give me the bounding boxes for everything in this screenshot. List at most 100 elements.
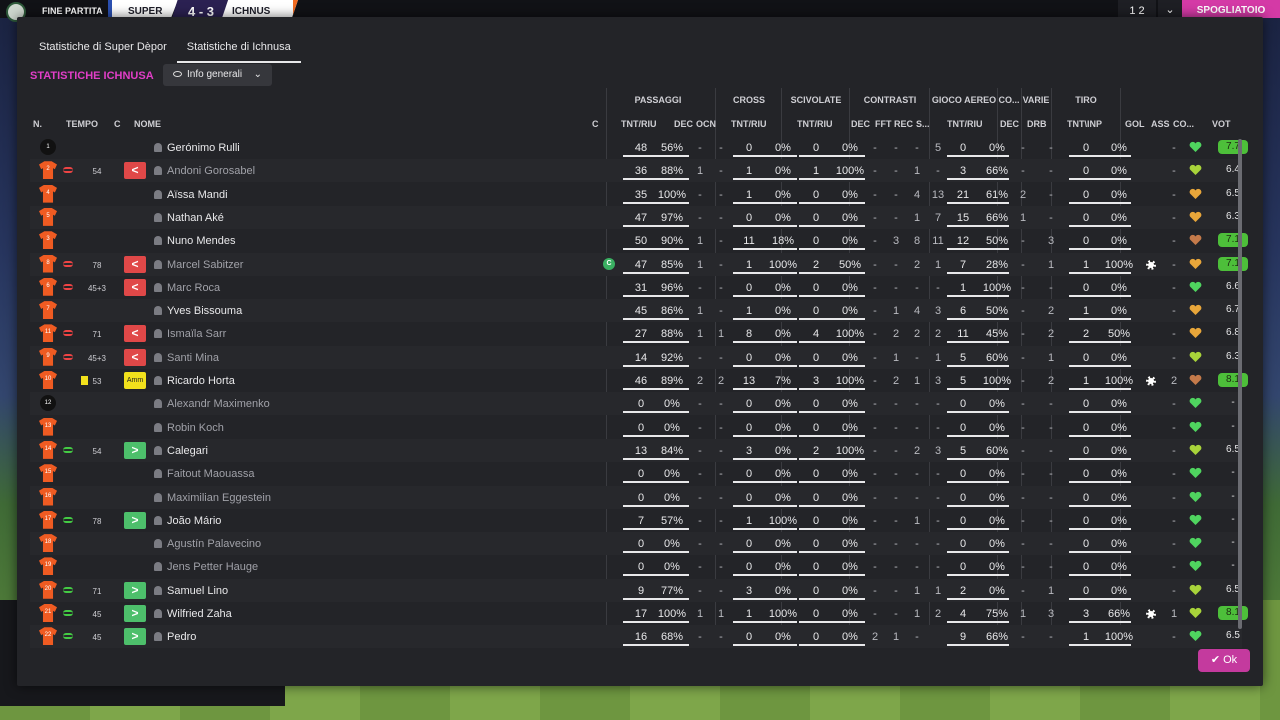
player-name[interactable]: Agustín Palavecino: [167, 538, 261, 550]
pass-attempted: 31: [634, 281, 648, 294]
player-name[interactable]: Maximilian Eggestein: [167, 492, 271, 504]
col-con-fft[interactable]: FFT: [875, 119, 892, 129]
player-name[interactable]: Marc Roca: [167, 282, 220, 294]
col-pass-tnt[interactable]: TNT/RIU: [621, 119, 657, 129]
substitution-in-button[interactable]: >: [124, 605, 146, 622]
view-select-dropdown[interactable]: Info generali ⌄: [163, 64, 272, 86]
substitution-out-button[interactable]: <: [124, 325, 146, 343]
player-name[interactable]: Samuel Lino: [167, 585, 228, 597]
pass-attempted: 35: [634, 188, 648, 201]
player-name[interactable]: Calegari: [167, 445, 208, 457]
pass-completion: 0%: [664, 491, 680, 504]
col-con-dec[interactable]: DEC: [851, 119, 870, 129]
duel-s: -: [936, 538, 940, 551]
player-name[interactable]: Gerónimo Rulli: [167, 142, 240, 154]
co-dec: -: [1021, 561, 1025, 574]
dressing-room-button[interactable]: SPOGLIATOIO: [1182, 0, 1280, 18]
player-name[interactable]: Nuno Mendes: [167, 235, 236, 247]
table-row[interactable]: 18 Agustín Palavecino 0 0% - - 0 0% 0 0% - - - - 0 0% - -…: [30, 532, 1242, 556]
col-aer-tnt[interactable]: TNT/RIU: [947, 119, 983, 129]
player-name[interactable]: Marcel Sabitzer: [167, 259, 243, 271]
table-row[interactable]: 17 78 > João Mário 7 57% - - 1 100% 0 0% - - 1 - 0 0% - - 0 0…: [30, 509, 1242, 532]
substitution-in-button[interactable]: >: [124, 628, 146, 646]
substitution-out-button[interactable]: <: [124, 278, 146, 296]
shirt-icon: 2: [39, 161, 57, 180]
table-row[interactable]: 1 Gerónimo Rulli 48 56% - - 0 0% 0 0% - - - 5 0 0% - - 0 0%…: [30, 136, 1248, 159]
ok-button[interactable]: ✔ Ok: [1198, 649, 1250, 672]
col-ass[interactable]: ASS: [1151, 119, 1170, 129]
col-nome[interactable]: NOME: [134, 119, 161, 129]
col-vot[interactable]: VOT: [1212, 119, 1231, 129]
topbar-button-1[interactable]: 1 2: [1118, 0, 1156, 18]
player-name[interactable]: Pedro: [167, 631, 196, 643]
table-row[interactable]: 8 78 < Marcel Sabitzer C 47 85% 1-1 100% 2 50% - -2 1…: [30, 252, 1248, 276]
dribbles: -: [1049, 398, 1053, 411]
table-row[interactable]: 5 Nathan Aké 47 97% - -0 0% 0 0% - -1 7 15 66% 1-0 0% -6…: [30, 205, 1242, 229]
table-row[interactable]: 13 Robin Koch 0 0% - - 0 0% 0 0% - - - - 0 0% - - 0 0% - -: [30, 416, 1242, 439]
player-name[interactable]: Alexandr Maximenko: [167, 398, 270, 410]
table-row[interactable]: 22 45 > Pedro 16 68% - -0 0% 0 0% 2 1-9 66% - -1 100% -6.…: [30, 625, 1242, 649]
substitution-in-button[interactable]: >: [124, 441, 146, 459]
player-name[interactable]: Ismaïla Sarr: [167, 328, 226, 340]
cross-bar: [733, 388, 797, 390]
table-row[interactable]: 7 Yves Bissouma 45 86% 1-1 0% 0 0% -1 4 3 6 50% -2 1 0%…: [30, 299, 1242, 323]
player-name[interactable]: Andoni Gorosabel: [167, 165, 255, 177]
col-var-drb[interactable]: DRB: [1027, 119, 1047, 129]
player-name[interactable]: Aïssa Mandi: [167, 189, 228, 201]
substitution-in-button[interactable]: >: [124, 511, 146, 529]
substitution-out-button[interactable]: <: [124, 255, 146, 273]
tab-ichnusa[interactable]: Statistiche di Ichnusa: [176, 39, 301, 63]
duel-rec: 2: [913, 328, 921, 341]
player-name[interactable]: João Mário: [167, 515, 221, 527]
player-name[interactable]: Yves Bissouma: [167, 305, 242, 317]
table-row[interactable]: 4 Aïssa Mandi 35 100% - -1 0% 0 0% - -4 13 21 61% 2-0 0…: [30, 183, 1242, 206]
substitution-out-button[interactable]: <: [124, 348, 146, 366]
table-row[interactable]: 14 54 > Calegari 13 84% - -3 0% 2 100% - -2 3 5 60% - -0 0…: [30, 438, 1242, 462]
player-name[interactable]: Santi Mina: [167, 352, 219, 364]
col-con-s[interactable]: S...: [916, 119, 930, 129]
tackle-bar: [799, 364, 865, 367]
col-con-rec[interactable]: REC: [894, 119, 913, 129]
col-tempo[interactable]: TEMPO: [66, 119, 98, 129]
table-row[interactable]: 11 71 < Ismaïla Sarr 27 88% 1 1 8 0% 4 100% -2 2 2 11 45…: [30, 322, 1242, 345]
table-row[interactable]: 19 Jens Petter Hauge 0 0% - - 0 0% 0 0% - - - - 0 0% - - 0…: [30, 555, 1242, 578]
player-name[interactable]: Faitout Maouassa: [167, 468, 254, 480]
player-name[interactable]: Ricardo Horta: [167, 375, 235, 387]
col-co2[interactable]: CO...: [1173, 119, 1194, 129]
col-gol[interactable]: GOL: [1125, 119, 1145, 129]
tab-super-depor[interactable]: Statistiche di Super Dèpor: [29, 39, 177, 63]
col-co-dec[interactable]: DEC: [1000, 119, 1019, 129]
player-name[interactable]: Robin Koch: [167, 422, 224, 434]
chevron-down-icon[interactable]: ⌄: [1158, 0, 1182, 18]
pass-attempted: 17: [634, 608, 648, 620]
table-row[interactable]: 20 71 > Samuel Lino 9 77% - -3 0% 0 0% - -1 1 2 0% -1 0 0%…: [30, 578, 1242, 602]
col-sciv-tnt[interactable]: TNT/RIU: [797, 119, 833, 129]
col-cross-tnt[interactable]: TNT/RIU: [731, 119, 767, 129]
col-c2[interactable]: C: [592, 119, 599, 129]
pass-dec: -: [698, 631, 702, 644]
table-row[interactable]: 12 Alexandr Maximenko 0 0% - - 0 0% 0 0% - - - - 0 0% - -…: [30, 392, 1242, 416]
table-scrollbar[interactable]: [1238, 139, 1242, 629]
col-c[interactable]: C: [114, 119, 121, 129]
pass-dec: 1: [696, 258, 704, 271]
col-tiro-tnt[interactable]: TNT\INP: [1067, 119, 1102, 129]
table-row[interactable]: 9 45+3 < Santi Mina 14 92% - -0 0% 0 0% -1-1 5 60% -1 0…: [30, 345, 1242, 369]
substitution-in-button[interactable]: >: [124, 581, 146, 599]
cross-bar: [733, 644, 797, 647]
table-row[interactable]: 3 Nuno Mendes 50 90% 1-11 18% 0 0% -3 8 11 12 50% -3 0…: [30, 229, 1248, 252]
col-number[interactable]: N.: [33, 119, 42, 129]
aerial-bar: [947, 201, 1009, 204]
player-name[interactable]: Nathan Aké: [167, 212, 224, 224]
table-row[interactable]: 10 53 Amm Ricardo Horta 46 89% 2 2 13 7% 3 100% -2 1 3…: [30, 369, 1248, 392]
table-row[interactable]: 15 Faitout Maouassa 0 0% - - 0 0% 0 0% - - - - 0 0% - - 0 0…: [30, 462, 1242, 485]
table-row[interactable]: 6 45+3 < Marc Roca 31 96% - -0 0% 0 0% - - - -1 100% - -0…: [30, 276, 1242, 299]
col-pass-ocn[interactable]: OCN: [696, 119, 716, 129]
table-row[interactable]: 2 54 < Andoni Gorosabel 36 88% 1-1 0% 1 100% - -1-3…: [30, 159, 1242, 183]
substitution-out-button[interactable]: <: [124, 162, 146, 180]
col-pass-dec[interactable]: DEC: [674, 119, 693, 129]
table-row[interactable]: 16 Maximilian Eggestein 0 0% - - 0 0% 0 0% - - - - 0 0%…: [30, 485, 1242, 509]
shot-bar: [1069, 294, 1131, 297]
player-name[interactable]: Wilfried Zaha: [167, 608, 232, 620]
table-row[interactable]: 21 45 > Wilfried Zaha 17 100% 1 1 1 100% 0 0% - - 1 2 4 7…: [30, 602, 1248, 625]
player-name[interactable]: Jens Petter Hauge: [167, 561, 258, 573]
